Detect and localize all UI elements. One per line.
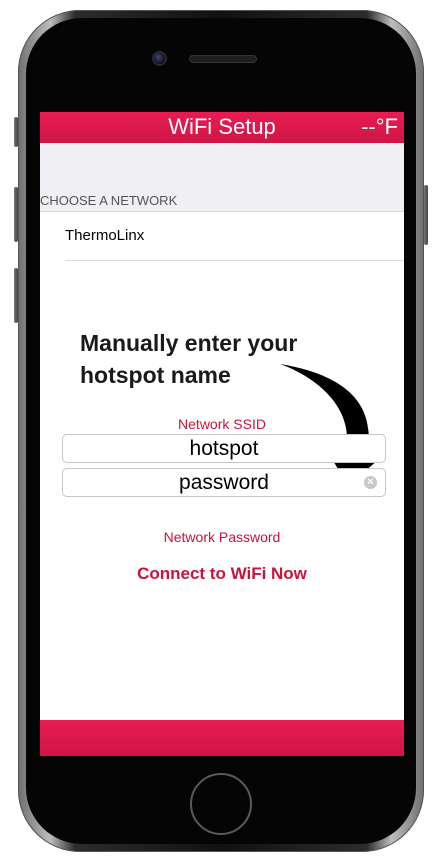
volume-up-button <box>14 187 18 242</box>
network-list-item[interactable]: ThermoLinx <box>65 227 144 244</box>
front-camera-icon <box>154 53 165 64</box>
password-field[interactable]: password × <box>62 468 386 497</box>
volume-down-button <box>14 268 18 323</box>
list-divider <box>65 260 404 261</box>
temperature-readout: --°F <box>361 114 398 139</box>
mute-switch <box>14 117 18 147</box>
navigation-bar: WiFi Setup --°F <box>40 112 404 143</box>
page-title: WiFi Setup <box>168 114 276 139</box>
network-list: ThermoLinx <box>40 211 404 262</box>
earpiece-speaker <box>190 56 256 62</box>
clear-circle-icon[interactable]: × <box>364 476 377 489</box>
network-section-header: CHOOSE A NETWORK <box>40 193 178 208</box>
power-button <box>424 185 428 245</box>
password-value: password <box>179 471 269 494</box>
bottom-bar <box>40 720 404 756</box>
password-label: Network Password <box>163 529 281 545</box>
app-screen: WiFi Setup --°F CHOOSE A NETWORK ThermoL… <box>40 112 404 756</box>
home-button[interactable] <box>190 773 252 835</box>
annotation-line-1: Manually enter your <box>80 330 298 356</box>
ssid-field[interactable]: hotspot <box>62 434 386 463</box>
ssid-label: Network SSID <box>178 416 266 432</box>
connect-button[interactable]: Connect to WiFi Now <box>40 564 404 584</box>
